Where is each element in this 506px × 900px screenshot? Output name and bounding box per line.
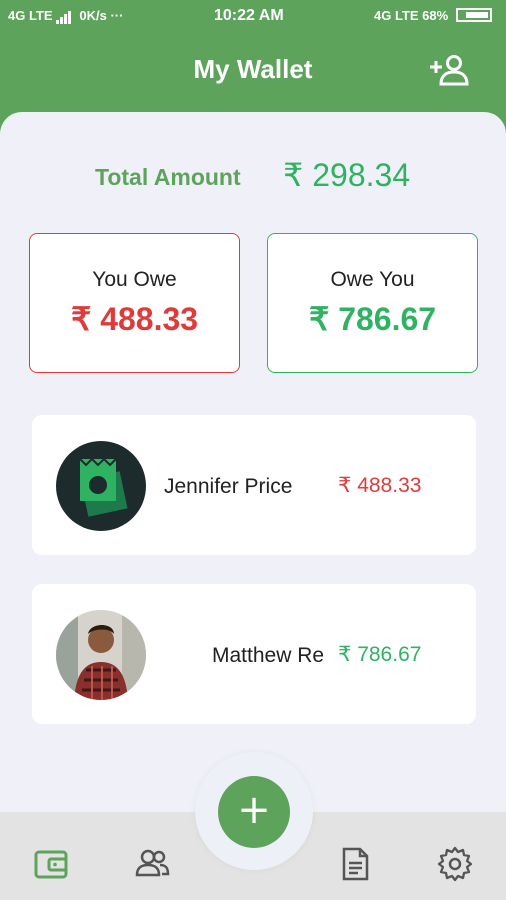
you-owe-label: You Owe xyxy=(92,268,177,291)
receipt-icon xyxy=(56,441,146,531)
network-label: 4G LTE xyxy=(8,8,53,23)
person-amount: ₹ 786.67 xyxy=(338,643,422,666)
total-amount-value: ₹ 298.34 xyxy=(283,157,411,193)
person-name: Jennifer Price xyxy=(164,475,293,498)
gear-icon[interactable] xyxy=(437,846,473,882)
network-status: 4G LTE 0K/s ··· xyxy=(8,8,123,24)
you-owe-value: ₹ 488.33 xyxy=(70,301,199,337)
you-owe-card[interactable]: You Owe ₹ 488.33 xyxy=(29,233,240,373)
person-card[interactable]: Matthew Re ₹ 786.67 xyxy=(32,584,476,724)
wallet-icon[interactable] xyxy=(33,846,69,882)
person-card[interactable]: Jennifer Price ₹ 488.33 xyxy=(32,415,476,555)
battery-percent: 68% xyxy=(422,8,449,23)
status-bar: 4G LTE 0K/s ··· 10:22 AM 4G LTE 68% xyxy=(0,0,506,34)
battery-status: 4G LTE 68% xyxy=(374,8,492,23)
total-amount-row: Total Amount ₹ 298.34 xyxy=(95,156,455,196)
owe-you-value: ₹ 786.67 xyxy=(308,301,437,337)
owe-you-card[interactable]: Owe You ₹ 786.67 xyxy=(267,233,478,373)
people-icon[interactable] xyxy=(134,846,170,882)
add-person-icon[interactable] xyxy=(428,54,470,86)
document-icon[interactable] xyxy=(337,846,373,882)
network-label-right: 4G LTE xyxy=(374,8,419,23)
person-amount: ₹ 488.33 xyxy=(338,474,422,497)
avatar xyxy=(56,610,146,700)
clock: 10:22 AM xyxy=(214,7,284,24)
network-speed: 0K/s ··· xyxy=(79,8,124,23)
signal-icon xyxy=(56,9,72,24)
battery-icon xyxy=(455,8,492,22)
add-transaction-button[interactable]: + xyxy=(218,776,290,848)
app-header: My Wallet xyxy=(0,34,506,112)
owe-you-label: Owe You xyxy=(330,268,415,291)
total-amount-label: Total Amount xyxy=(95,164,241,190)
wallet-content: Total Amount ₹ 298.34 You Owe ₹ 488.33 O… xyxy=(0,112,506,812)
person-name: Matthew Re xyxy=(212,644,325,667)
